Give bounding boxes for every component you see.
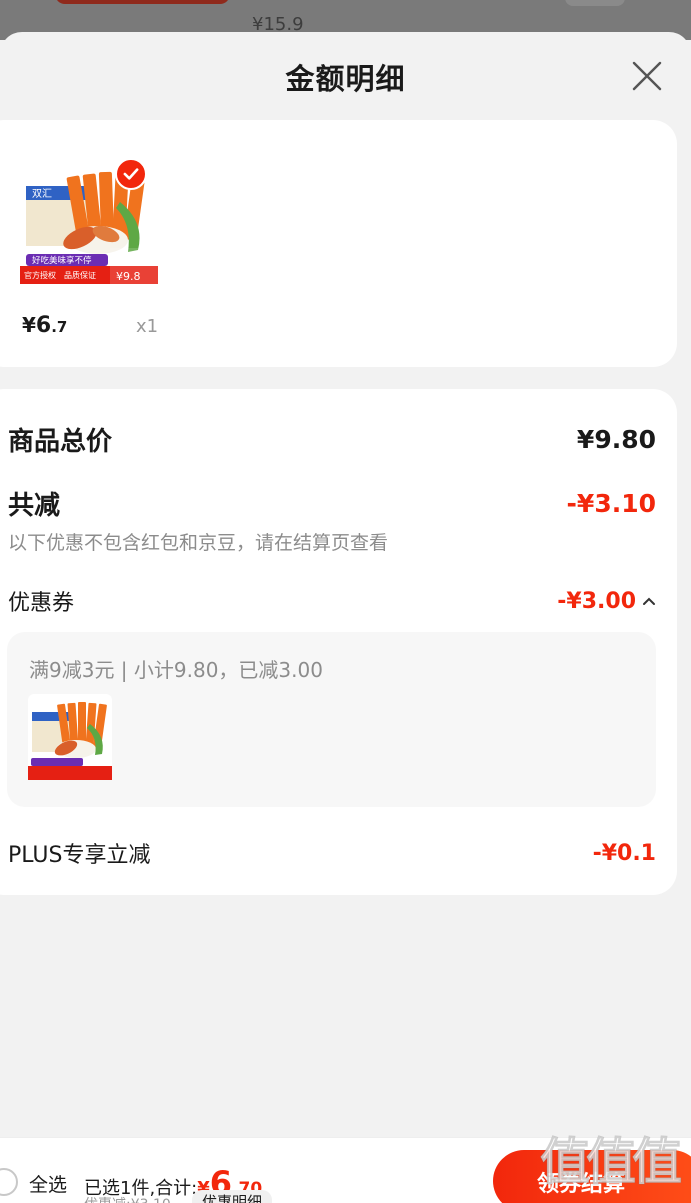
product-card: 双汇 好吃美味享不停 官方授权 品质保证 活动价 ¥9.8 ¥6.7 x1 bbox=[0, 120, 677, 367]
coupon-value-wrap[interactable]: -¥3.00 bbox=[557, 589, 656, 614]
total-price-row: 商品总价 ¥9.80 bbox=[8, 421, 656, 458]
coupon-product-image bbox=[28, 694, 112, 780]
select-all-radio[interactable] bbox=[0, 1168, 18, 1196]
background-product-thumb bbox=[55, 0, 230, 4]
price-summary-card: 商品总价 ¥9.80 共减 -¥3.10 以下优惠不包含红包和京豆，请在结算页查… bbox=[0, 389, 677, 895]
plus-discount-row: PLUS专享立减 -¥0.1 bbox=[8, 837, 656, 869]
select-all-label[interactable]: 全选 bbox=[29, 1170, 67, 1197]
sheet-header: 金额明细 bbox=[0, 32, 691, 120]
product-image-banner: 好吃美味享不停 bbox=[32, 255, 92, 266]
chevron-up-icon[interactable] bbox=[642, 596, 656, 606]
brand-text: 双汇 bbox=[32, 187, 52, 200]
product-price-symbol: ¥ bbox=[22, 313, 36, 337]
checkout-bar: 全选 已选1件,合计:¥6.70 优惠减:¥3.10 优惠明细 领券结算 bbox=[0, 1137, 691, 1203]
plus-discount-label: PLUS专享立减 bbox=[8, 843, 151, 868]
total-discount-value: -¥3.10 bbox=[566, 489, 656, 518]
discount-line: 优惠减:¥3.10 bbox=[84, 1194, 171, 1203]
coupon-row[interactable]: 优惠券 -¥3.00 bbox=[8, 585, 656, 617]
product-price-int: 6 bbox=[35, 313, 52, 338]
coupon-detail-text: 满9减3元 | 小计9.80，已减3.00 bbox=[29, 658, 323, 682]
coupon-label: 优惠券 bbox=[8, 591, 75, 616]
selected-check-icon[interactable] bbox=[115, 158, 147, 190]
total-discount-row: 共减 -¥3.10 bbox=[8, 485, 656, 522]
total-discount-label: 共减 bbox=[8, 491, 61, 521]
product-image-promo-price: ¥9.8 bbox=[116, 270, 141, 283]
product-image-promo-label: 活动价 bbox=[120, 252, 144, 262]
total-price-label: 商品总价 bbox=[8, 427, 113, 457]
discount-detail-button[interactable]: 优惠明细 bbox=[192, 1190, 273, 1203]
background-button bbox=[565, 0, 625, 6]
total-price-value: ¥9.80 bbox=[576, 425, 656, 454]
discount-note: 以下优惠不包含红包和京豆，请在结算页查看 bbox=[8, 532, 389, 554]
checkout-button[interactable]: 领券结算 bbox=[493, 1150, 691, 1203]
coupon-value: -¥3.00 bbox=[557, 588, 636, 614]
product-price: ¥6.7 bbox=[22, 313, 67, 338]
coupon-detail-box: 满9减3元 | 小计9.80，已减3.00 bbox=[7, 632, 656, 807]
amount-detail-sheet: 金额明细 双汇 好吃美味享不停 官方授权 品质保证 活动价 ¥9.8 ¥6.7 … bbox=[0, 32, 691, 1203]
product-image-tag1: 官方授权 bbox=[24, 270, 56, 280]
close-icon[interactable] bbox=[631, 60, 663, 92]
product-quantity: x1 bbox=[136, 316, 159, 337]
sheet-title: 金额明细 bbox=[285, 62, 406, 96]
product-price-dec: .7 bbox=[51, 318, 68, 336]
product-image-tag2: 品质保证 bbox=[64, 270, 96, 280]
plus-discount-value: -¥0.1 bbox=[592, 840, 656, 866]
